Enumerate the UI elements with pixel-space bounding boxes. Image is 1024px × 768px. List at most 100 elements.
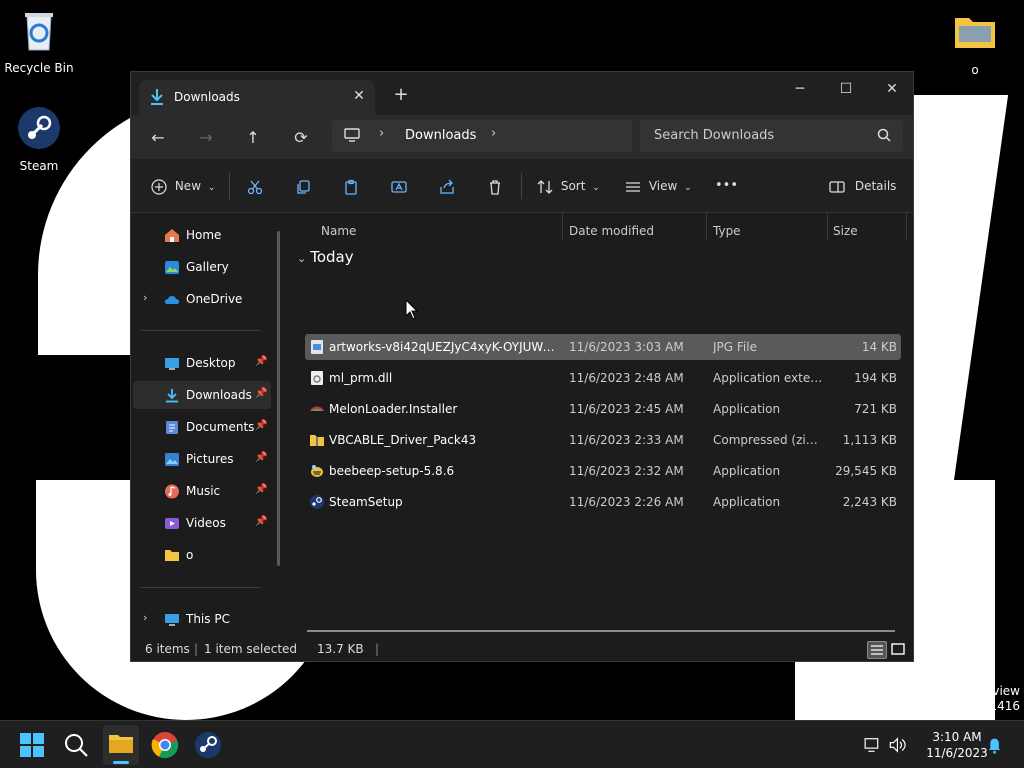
file-type: Application extens...	[713, 371, 823, 385]
watermark-text: copy. Build 259	[813, 699, 906, 713]
start-button[interactable]	[18, 731, 46, 759]
tiles-view-button[interactable]	[889, 641, 909, 659]
sidebar-item-onedrive[interactable]: › OneDrive	[133, 285, 271, 313]
breadcrumb-downloads[interactable]: Downloads	[405, 128, 476, 143]
home-icon	[165, 229, 179, 242]
file-name: VBCABLE_Driver_Pack43	[329, 433, 477, 447]
sidebar-item-videos[interactable]: Videos 📌	[133, 509, 271, 537]
chrome-icon[interactable]	[151, 731, 179, 759]
forward-button[interactable]: →	[191, 123, 221, 153]
column-header-size[interactable]: Size	[833, 219, 858, 243]
column-divider[interactable]	[706, 213, 707, 241]
desktop-icon-steam[interactable]: Steam	[0, 106, 78, 173]
column-divider[interactable]	[827, 213, 828, 241]
sidebar-item-home[interactable]: Home	[133, 221, 271, 249]
more-options-button[interactable]: •••	[715, 173, 738, 199]
new-tab-button[interactable]: +	[389, 84, 413, 108]
address-bar[interactable]: › Downloads ›	[332, 120, 632, 152]
column-header-name[interactable]: Name	[321, 219, 356, 243]
pin-icon: 📌	[255, 356, 268, 367]
details-pane-button[interactable]: Details	[829, 173, 896, 199]
details-view-button[interactable]	[867, 641, 887, 659]
navigation-bar: ← → ↑ ⟳ › Downloads › Search Downloads	[131, 115, 913, 159]
paste-button[interactable]	[343, 173, 359, 199]
file-row[interactable]: ml_prm.dll 11/6/2023 2:48 AM Application e…	[305, 365, 901, 391]
sidebar-item-music[interactable]: Music 📌	[133, 477, 271, 505]
column-divider[interactable]	[906, 213, 907, 241]
new-button[interactable]: New ⌄	[151, 173, 215, 199]
pin-icon: 📌	[255, 388, 268, 399]
sidebar-scrollbar[interactable]	[277, 231, 280, 566]
sidebar-item-desktop[interactable]: Desktop 📌	[133, 349, 271, 377]
pin-icon: 📌	[255, 452, 268, 463]
sidebar-item-this-pc[interactable]: › This PC	[133, 605, 271, 633]
maximize-button[interactable]: ☐	[823, 75, 869, 105]
share-button[interactable]	[439, 173, 455, 199]
file-size: 29,545 KB	[835, 464, 897, 478]
pin-icon: 📌	[255, 484, 268, 495]
back-button[interactable]: ←	[143, 123, 173, 153]
copy-button[interactable]	[295, 173, 311, 199]
view-button-label: View	[648, 179, 678, 193]
cut-button[interactable]	[247, 173, 263, 199]
file-row[interactable]: beebeep-setup-5.8.6 11/6/2023 2:32 AM Appl…	[305, 458, 901, 484]
search-icon[interactable]	[62, 731, 90, 759]
sort-button-label: Sort	[560, 179, 586, 193]
view-button[interactable]: View ⌄	[625, 173, 692, 199]
file-size: 721 KB	[854, 402, 897, 416]
file-row[interactable]: VBCABLE_Driver_Pack43 11/6/2023 2:33 AM Co…	[305, 427, 901, 453]
file-name: beebeep-setup-5.8.6	[329, 464, 455, 478]
tiles-view-icon	[891, 643, 905, 655]
sidebar-item-o[interactable]: o	[133, 541, 271, 569]
column-header-type[interactable]: Type	[713, 219, 741, 243]
expand-chevron-icon[interactable]: ›	[143, 611, 147, 624]
delete-button[interactable]	[487, 173, 503, 199]
sidebar-item-downloads[interactable]: Downloads 📌	[133, 381, 271, 409]
pin-icon: 📌	[255, 420, 268, 431]
file-date-modified: 11/6/2023 2:33 AM	[569, 433, 684, 447]
sidebar-item-label: Home	[186, 228, 222, 242]
rename-button[interactable]	[391, 173, 407, 199]
sidebar-item-documents[interactable]: Documents 📌	[133, 413, 271, 441]
column-divider[interactable]	[562, 213, 563, 241]
expand-chevron-icon[interactable]: ›	[143, 291, 147, 304]
tab-downloads[interactable]: Downloads ✕	[139, 80, 375, 115]
notification-bell-icon[interactable]	[986, 731, 1006, 759]
sidebar-item-label: Documents	[186, 420, 255, 434]
watermark-text: -1416	[985, 699, 1020, 713]
title-bar[interactable]: Downloads ✕ + ─ ☐ ✕	[131, 72, 913, 115]
breadcrumb-chevron-icon[interactable]: ›	[379, 126, 384, 141]
column-header-date-modified[interactable]: Date modified	[569, 219, 654, 243]
horizontal-scrollbar[interactable]	[307, 630, 895, 632]
chevron-down-icon: ⌄	[592, 183, 600, 193]
up-button[interactable]: ↑	[238, 123, 268, 153]
desktop-icon-folder-o[interactable]: o	[936, 10, 1014, 77]
folder-icon	[165, 550, 179, 561]
network-icon[interactable]	[862, 731, 884, 759]
sidebar-item-gallery[interactable]: Gallery	[133, 253, 271, 281]
image-file-icon	[311, 340, 323, 354]
file-row[interactable]: artworks-v8i42qUEZJyC4xyK-OYJUWA-t5... 11…	[305, 334, 901, 360]
search-box[interactable]: Search Downloads	[640, 120, 903, 152]
close-tab-button[interactable]: ✕	[349, 86, 369, 106]
file-explorer-window: Downloads ✕ + ─ ☐ ✕ ← → ↑ ⟳ › Downloads …	[130, 71, 914, 662]
refresh-button[interactable]: ⟳	[286, 123, 316, 153]
volume-icon[interactable]	[888, 731, 910, 759]
file-row[interactable]: SteamSetup 11/6/2023 2:26 AM Application 2,…	[305, 489, 901, 515]
sidebar-item-pictures[interactable]: Pictures 📌	[133, 445, 271, 473]
file-type: JPG File	[713, 340, 757, 354]
active-indicator	[113, 761, 129, 764]
search-input[interactable]: Search Downloads	[654, 128, 774, 143]
group-header-today[interactable]: ⌄ Today	[297, 248, 354, 266]
minimize-button[interactable]: ─	[777, 75, 823, 105]
steam-icon[interactable]	[194, 731, 222, 759]
details-view-icon	[871, 645, 883, 655]
sort-button[interactable]: Sort ⌄	[537, 173, 600, 199]
breadcrumb-chevron-icon[interactable]: ›	[491, 126, 496, 141]
sidebar-item-label: Music	[186, 484, 221, 498]
steam-icon	[18, 107, 60, 149]
taskbar-file-explorer[interactable]	[103, 725, 139, 765]
close-window-button[interactable]: ✕	[869, 75, 915, 105]
desktop-icon-recycle-bin[interactable]: Recycle Bin	[0, 8, 78, 75]
file-row[interactable]: MelonLoader.Installer 11/6/2023 2:45 AM Ap…	[305, 396, 901, 422]
